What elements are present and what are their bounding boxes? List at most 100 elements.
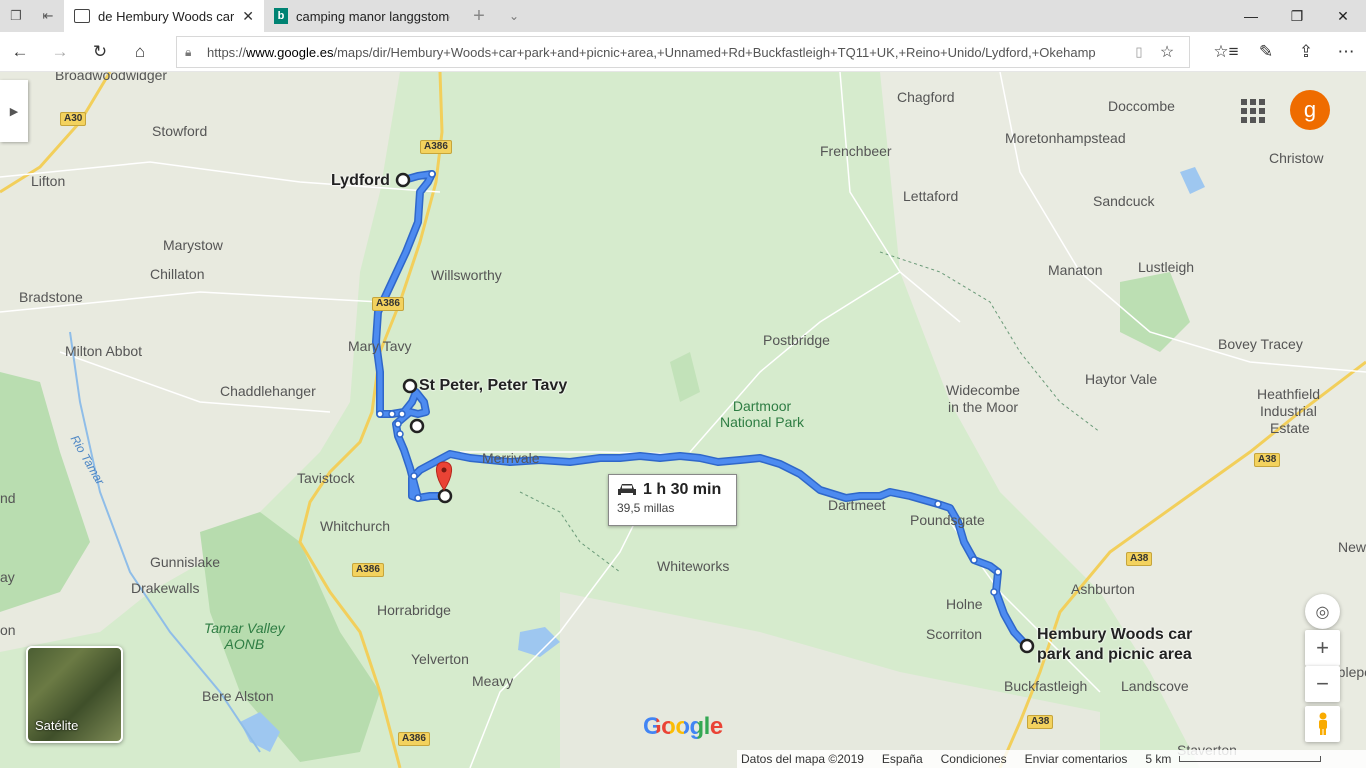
- place-label: Lifton: [31, 173, 66, 189]
- place-label: in the Moor: [948, 399, 1019, 415]
- home-button[interactable]: ⌂: [120, 32, 160, 72]
- map-canvas[interactable]: A30 A386 A386 A386 A386 A38 A38 A38 Broa…: [0, 72, 1366, 768]
- stop-label-hembury-line2[interactable]: park and picnic area: [1037, 645, 1192, 665]
- stop-marker-hembury[interactable]: [1019, 638, 1035, 654]
- car-icon: [618, 484, 636, 495]
- road-shield: A386: [420, 140, 452, 154]
- satellite-layer-toggle[interactable]: Satélite: [26, 646, 123, 743]
- place-label: Drakewalls: [131, 580, 200, 596]
- stop-marker-lydford[interactable]: [395, 172, 411, 188]
- place-label: Willsworthy: [431, 267, 502, 283]
- route-distance: 39,5 millas: [617, 501, 675, 515]
- aonb-label-line: AONB: [224, 636, 265, 652]
- favorite-star-icon[interactable]: ☆: [1153, 42, 1181, 62]
- url-text[interactable]: https://www.google.es/maps/dir/Hembury+W…: [207, 45, 1125, 60]
- tab-actions-icon[interactable]: ❐: [0, 0, 32, 32]
- zoom-out-button[interactable]: −: [1305, 666, 1340, 702]
- my-location-button[interactable]: ◎: [1305, 594, 1340, 629]
- bing-favicon-icon: b: [274, 8, 288, 24]
- stop-label-lydford[interactable]: Lydford: [331, 171, 390, 191]
- road-shield: A386: [372, 297, 404, 311]
- reading-view-icon[interactable]: ▯: [1125, 44, 1153, 60]
- place-label: on: [0, 622, 16, 638]
- place-label: Marystow: [163, 237, 223, 253]
- tab-list-chevron-icon[interactable]: ⌄: [498, 0, 530, 32]
- stop-label-hembury-line1[interactable]: Hembury Woods car: [1037, 625, 1192, 645]
- terms-link[interactable]: Condiciones: [941, 752, 1007, 766]
- stop-marker-peter-tavy[interactable]: [402, 378, 418, 394]
- back-button[interactable]: ←: [0, 32, 40, 72]
- street-view-pegman[interactable]: [1305, 706, 1340, 742]
- tab-title: camping manor langgstome: [296, 8, 450, 24]
- place-label: Whitchurch: [320, 518, 391, 534]
- url-prefix: https://: [207, 44, 247, 60]
- web-note-icon[interactable]: ✎: [1246, 32, 1286, 72]
- route-duration: 1 h 30 min: [643, 481, 722, 498]
- zoom-in-button[interactable]: +: [1305, 630, 1340, 666]
- place-label: Poundsgate: [910, 512, 985, 528]
- place-label: Milton Abbot: [65, 343, 143, 359]
- minimize-button[interactable]: —: [1228, 0, 1274, 32]
- new-tab-icon[interactable]: +: [460, 0, 498, 32]
- country-link[interactable]: España: [882, 752, 923, 766]
- google-apps-icon[interactable]: [1241, 99, 1265, 123]
- expand-side-panel-button[interactable]: ▶: [0, 80, 28, 142]
- lock-icon: 🔒︎: [185, 44, 192, 59]
- park-label-line: Dartmoor: [732, 398, 792, 414]
- map-data-credit[interactable]: Datos del mapa ©2019: [741, 752, 864, 766]
- place-label: Frenchbeer: [820, 143, 892, 159]
- place-label: Stowford: [152, 123, 208, 139]
- national-park-label: Dartmoor National Park: [720, 398, 804, 430]
- set-tabs-aside-icon[interactable]: ⇤: [32, 0, 64, 32]
- refresh-button[interactable]: ↻: [80, 32, 120, 72]
- browser-toolbar: ← → ↻ ⌂ 🔒︎ https://www.google.es/maps/di…: [0, 32, 1366, 72]
- plus-icon: +: [1316, 635, 1329, 660]
- close-tab-icon[interactable]: ✕: [242, 8, 254, 25]
- place-label: Haytor Vale: [1085, 371, 1158, 387]
- more-menu-icon[interactable]: ⋯: [1326, 32, 1366, 72]
- favorites-hub-icon[interactable]: ☆≡: [1206, 32, 1246, 72]
- map-favicon-icon: [74, 9, 90, 23]
- url-domain: www.google.es: [246, 44, 334, 60]
- route-summary-card[interactable]: 1 h 30 min 39,5 millas: [608, 474, 737, 526]
- place-label: Christow: [1269, 150, 1324, 166]
- place-label: nd: [0, 490, 16, 506]
- minus-icon: −: [1316, 671, 1329, 696]
- account-avatar[interactable]: g: [1290, 90, 1330, 130]
- aonb-label: Tamar Valley AONB: [204, 620, 285, 652]
- scale-bar: [1179, 756, 1322, 762]
- tab-bing[interactable]: b camping manor langgstome: [264, 0, 460, 32]
- feedback-link[interactable]: Enviar comentarios: [1025, 752, 1128, 766]
- chevron-right-icon: ▶: [9, 105, 19, 118]
- place-label: Postbridge: [763, 332, 830, 348]
- restore-button[interactable]: ❐: [1274, 0, 1320, 32]
- stop-marker-waypoint[interactable]: [409, 418, 425, 434]
- place-label: Lustleigh: [1138, 259, 1195, 275]
- place-label: Gunnislake: [150, 554, 221, 570]
- map-footer: Datos del mapa ©2019 España Condiciones …: [737, 750, 1366, 768]
- tab-google-maps[interactable]: de Hembury Woods car ✕: [64, 0, 264, 32]
- stop-marker-merrivale[interactable]: [437, 488, 453, 504]
- share-icon[interactable]: ⇪: [1286, 32, 1326, 72]
- place-label: Lettaford: [903, 188, 959, 204]
- close-window-button[interactable]: ✕: [1320, 0, 1366, 32]
- place-label: Widecombe: [946, 382, 1020, 398]
- scale-label[interactable]: 5 km: [1145, 752, 1171, 766]
- place-label: Buckfastleigh: [1004, 678, 1088, 694]
- forward-button[interactable]: →: [40, 32, 80, 72]
- satellite-label: Satélite: [35, 718, 79, 733]
- place-label: Chillaton: [150, 266, 205, 282]
- location-pin-icon[interactable]: [436, 461, 452, 491]
- road-shield: A38: [1254, 453, 1281, 467]
- title-bar: ❐ ⇤ de Hembury Woods car ✕ b camping man…: [0, 0, 1366, 32]
- place-label: Landscove: [1121, 678, 1189, 694]
- place-label: Ashburton: [1071, 581, 1135, 597]
- road-shield: A386: [352, 563, 384, 577]
- place-label: Mary Tavy: [348, 338, 412, 354]
- google-logo: Google: [643, 713, 723, 741]
- place-label: Meavy: [472, 673, 514, 689]
- road-shield: A30: [60, 112, 87, 126]
- stop-label-peter-tavy[interactable]: St Peter, Peter Tavy: [419, 376, 567, 396]
- place-label: Manaton: [1048, 262, 1103, 278]
- address-bar[interactable]: 🔒︎ https://www.google.es/maps/dir/Hembur…: [176, 36, 1190, 68]
